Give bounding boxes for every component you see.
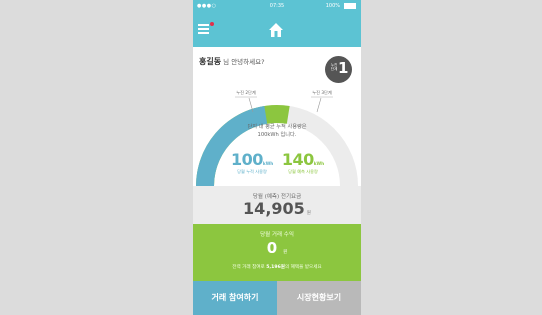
status-bar: ●●●○ 07:35 100% bbox=[193, 0, 361, 13]
monthly-fee-panel: 당월 (예측) 전기요금 14,905 원 bbox=[193, 186, 361, 224]
home-button[interactable] bbox=[268, 22, 284, 38]
market-status-button[interactable]: 시장현황보기 bbox=[277, 281, 361, 315]
battery-icon bbox=[344, 3, 356, 9]
progressive-level-badge: 누진 단계 1 bbox=[325, 56, 352, 83]
home-icon bbox=[269, 23, 283, 37]
fee-value: 14,905 bbox=[243, 199, 305, 218]
benefit-amount: 5,196원 bbox=[266, 265, 285, 270]
marker-3-label: 누진 3단계 bbox=[312, 89, 332, 96]
fee-amount: 14,905 원 bbox=[193, 199, 361, 218]
usage-unit: kWh bbox=[262, 161, 274, 166]
usage-value: 100 bbox=[231, 150, 263, 169]
greeting: 홍길동 님 안녕하세요? bbox=[199, 56, 265, 67]
phone-screen: ●●●○ 07:35 100% 홍길동 님 안녕하세요? 누진 단계 1 누진 … bbox=[193, 0, 361, 315]
trade-amount: 0원 bbox=[193, 239, 361, 257]
marker-2-label: 누진 2단계 bbox=[236, 89, 256, 96]
trade-label: 당월 거래 수익 bbox=[260, 232, 294, 238]
trade-value: 0 bbox=[266, 239, 278, 257]
battery-percent: 100% bbox=[325, 3, 340, 9]
forecast-caption: 당월 예측 사용량 bbox=[288, 169, 318, 174]
average-usage-text: 단지 내 평균 누적 사용량은 100kWh 입니다. bbox=[247, 124, 307, 138]
fee-unit: 원 bbox=[306, 211, 311, 216]
badge-line2: 단계 bbox=[330, 67, 338, 72]
monthly-usage: 100kWh 당월 누적 사용량 bbox=[231, 150, 273, 175]
greeting-text: 님 안녕하세요? bbox=[221, 58, 265, 66]
user-name: 홍길동 bbox=[199, 57, 222, 66]
forecast-unit: kWh bbox=[313, 161, 325, 166]
top-navbar bbox=[193, 13, 361, 47]
badge-value: 1 bbox=[338, 59, 349, 77]
usage-caption: 당월 누적 사용량 bbox=[237, 169, 267, 174]
join-trade-button[interactable]: 거래 참여하기 bbox=[193, 281, 277, 315]
trade-unit: 원 bbox=[283, 250, 288, 255]
trade-benefit-note: 전력 거래 참여로 5,196원의 혜택을 받으세요 bbox=[232, 265, 322, 270]
forecast-usage: 140kWh 당월 예측 사용량 bbox=[281, 150, 325, 175]
marker-3-line bbox=[316, 97, 322, 113]
forecast-value: 140 bbox=[281, 150, 314, 169]
trade-revenue-panel: 당월 거래 수익 0원 전력 거래 참여로 5,196원의 혜택을 받으세요 bbox=[193, 224, 361, 281]
notification-dot bbox=[210, 22, 214, 26]
menu-button[interactable] bbox=[198, 22, 214, 36]
hamburger-icon bbox=[198, 24, 209, 26]
